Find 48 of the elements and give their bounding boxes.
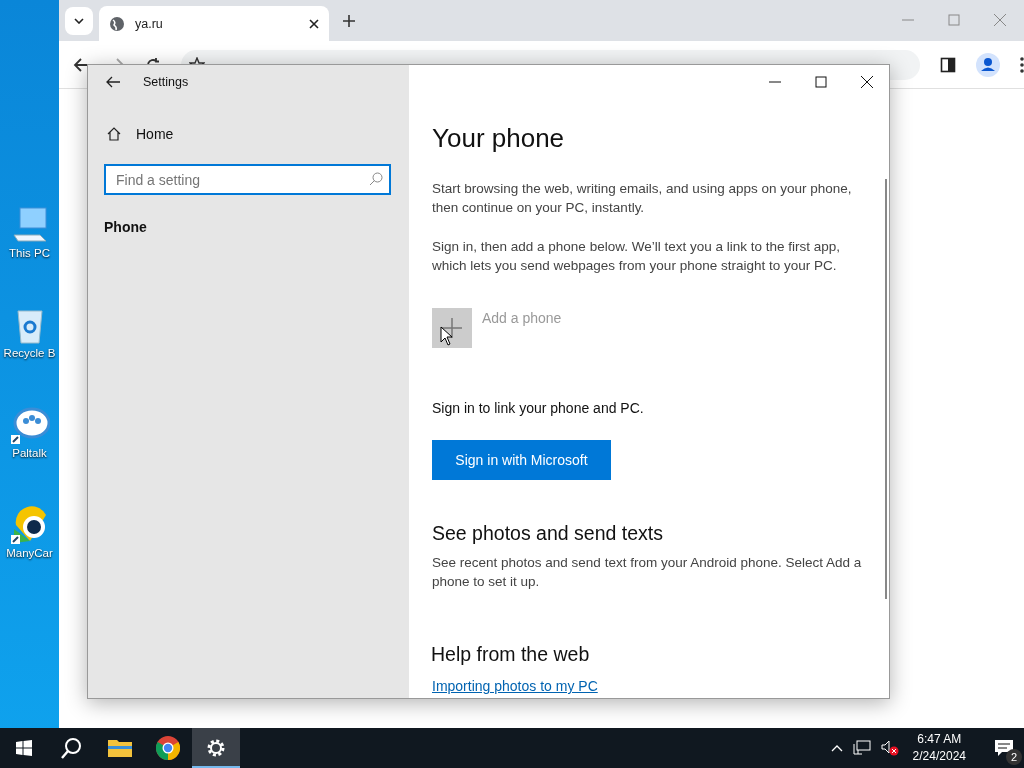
scrollbar[interactable]	[885, 179, 887, 599]
tab-title: ya.ru	[135, 16, 164, 31]
help-link[interactable]: Importing photos to my PC	[432, 678, 598, 694]
sign-in-prompt: Sign in to link your phone and PC.	[432, 399, 644, 418]
notification-count: 2	[1006, 749, 1022, 765]
home-icon	[106, 126, 122, 142]
start-icon[interactable]	[16, 740, 32, 756]
desktop-icon-label[interactable]: Recycle B	[3, 347, 56, 359]
chrome-icon[interactable]	[156, 736, 180, 760]
search-field[interactable]: Find a setting	[104, 164, 391, 195]
home-nav-item[interactable]: Home	[88, 122, 174, 146]
side-panel-icon[interactable]	[940, 56, 956, 73]
section-heading: Help from the web	[431, 643, 590, 666]
new-tab-icon[interactable]	[343, 14, 355, 27]
gear-icon[interactable]	[205, 737, 227, 759]
instructions-text: Sign in, then add a phone below. We’ll text you a link to the first app, which lets you send webpages from your phone straight to your PC.	[432, 238, 841, 275]
maximize-icon[interactable]	[815, 76, 827, 88]
taskbar-app-button[interactable]	[192, 728, 240, 768]
chevron-down-icon	[74, 17, 84, 24]
page-heading: Your phone	[432, 123, 565, 154]
close-icon[interactable]	[861, 76, 873, 88]
tab-list-button[interactable]	[65, 6, 93, 35]
clock-date[interactable]: 2/24/2024	[912, 748, 966, 765]
back-icon[interactable]	[73, 56, 89, 73]
search-icon	[369, 172, 383, 186]
window-title: Settings	[143, 75, 189, 89]
mouse-pointer-icon	[440, 326, 454, 346]
section-heading: See photos and send texts	[432, 522, 663, 545]
sign-in-button[interactable]: Sign in with Microsoft	[432, 440, 611, 480]
intro-text: Start browsing the web, writing emails, and using apps on your phone, then continue on your PC, instantly.	[432, 180, 853, 217]
close-icon[interactable]	[309, 18, 319, 29]
clock-time[interactable]: 6:47 AM	[917, 731, 962, 748]
search-icon[interactable]	[61, 737, 83, 759]
photos-description: See recent photos and send text from your Android phone. Select Add a phone to set it up.	[432, 554, 862, 591]
muted-speaker-icon[interactable]	[880, 740, 899, 756]
plus-icon	[441, 317, 463, 339]
globe-icon	[109, 15, 125, 32]
page-category: Phone	[104, 219, 147, 235]
menu-icon[interactable]	[1020, 56, 1024, 73]
profile-icon[interactable]	[976, 52, 1000, 77]
folder-icon[interactable]	[108, 738, 132, 758]
chat-people-icon[interactable]	[9, 405, 50, 445]
chevron-up-icon[interactable]	[830, 744, 843, 752]
network-icon[interactable]	[852, 740, 871, 756]
desktop-icon-label[interactable]: This PC	[9, 247, 50, 259]
browser-tab[interactable]: ya.ru	[99, 6, 329, 41]
back-icon[interactable]	[106, 76, 120, 88]
notifications-button[interactable]: 2	[984, 730, 1024, 766]
